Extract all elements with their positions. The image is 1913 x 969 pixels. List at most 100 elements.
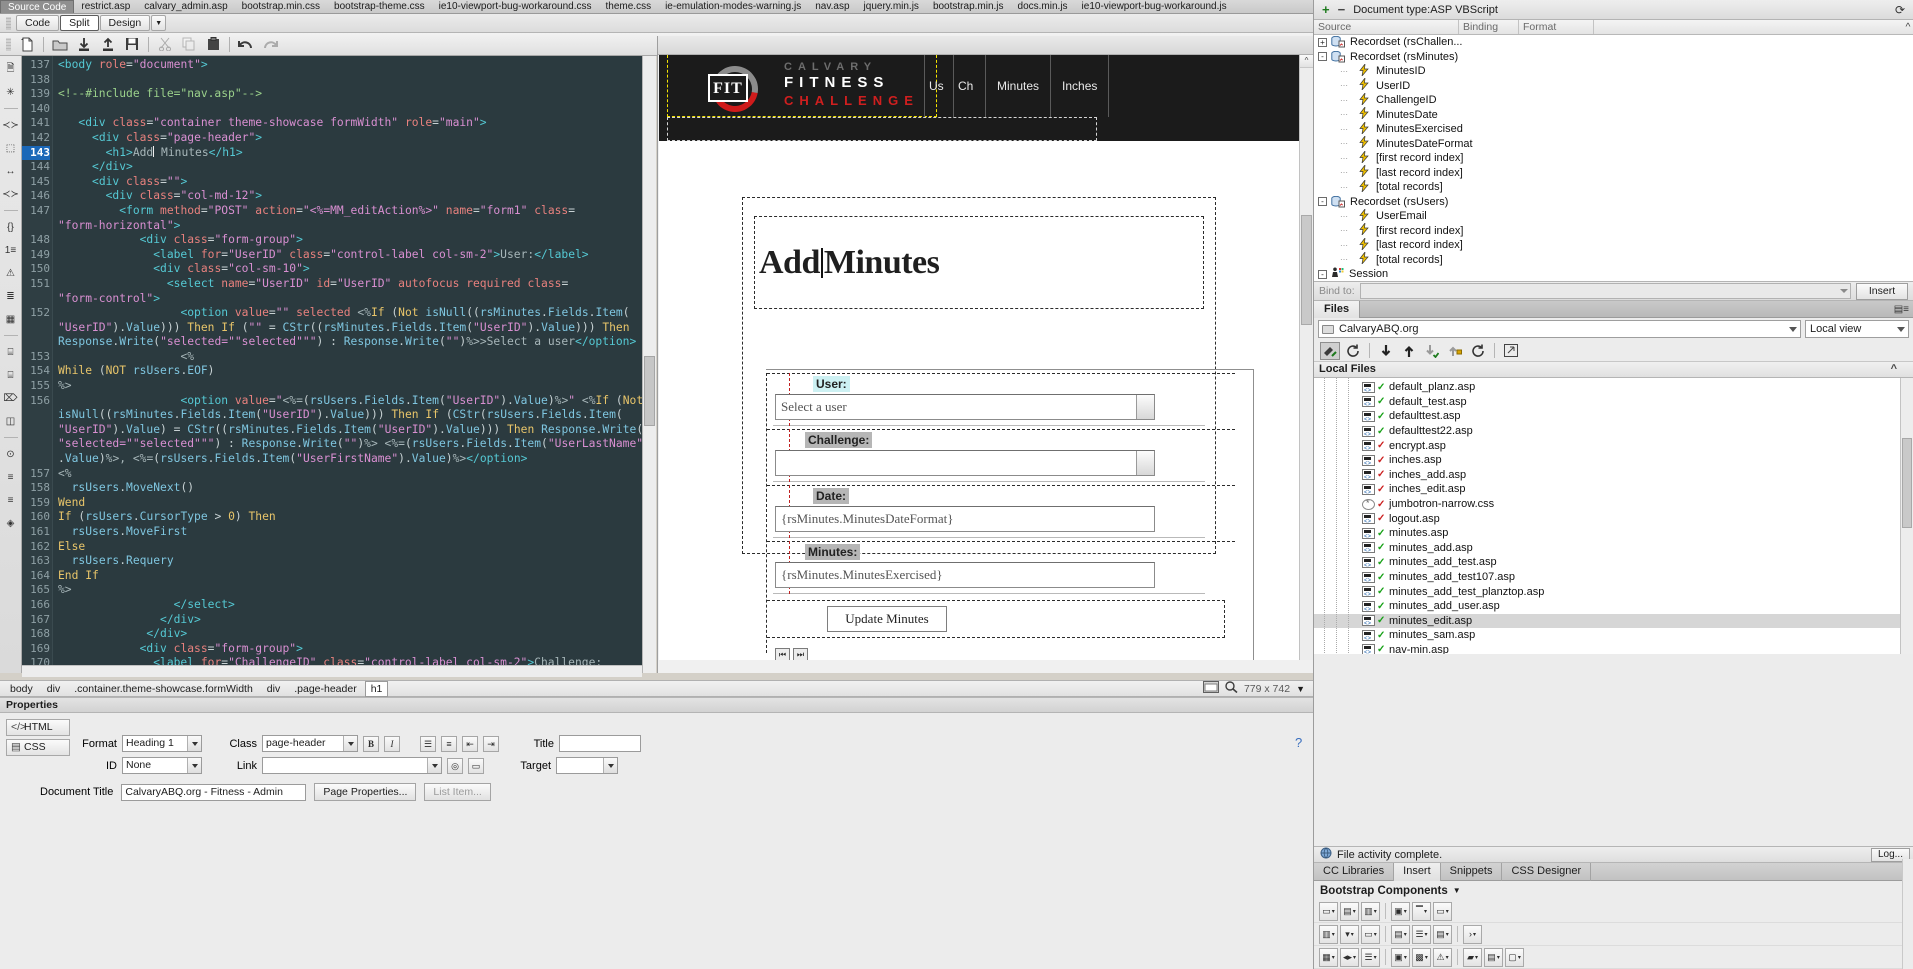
document-tab-9[interactable]: jquery.min.js xyxy=(857,0,926,13)
word-wrap-icon[interactable]: ≣ xyxy=(2,287,20,305)
nav-icon[interactable]: ☰ ▾ xyxy=(1412,924,1431,944)
document-tab-4[interactable]: bootstrap-theme.css xyxy=(327,0,432,13)
document-tab-0[interactable]: Source Code xyxy=(0,0,75,13)
navbar-icon[interactable]: ▤ ▾ xyxy=(1433,924,1452,944)
check-in-icon[interactable] xyxy=(1445,342,1465,360)
collapse-full-tag-icon[interactable]: ≺≻ xyxy=(2,116,20,134)
document-title-input[interactable]: CalvaryABQ.org - Fitness - Admin xyxy=(121,783,307,801)
binding-node-14[interactable]: ⋯ [last record index] xyxy=(1314,236,1913,253)
code-line-139[interactable]: 139 <!--#include file="nav.asp"--> xyxy=(22,87,656,102)
binding-node-15[interactable]: ⋯ [total records] xyxy=(1314,251,1913,268)
binding-node-4[interactable]: ⋯ ChallengeID xyxy=(1314,91,1913,108)
expand-icon[interactable]: + xyxy=(1318,37,1327,47)
move-to-top-icon[interactable]: ⊙ xyxy=(2,445,20,463)
expand-collapse-icon[interactable] xyxy=(1501,342,1521,360)
code-line-144[interactable]: 144 </div> xyxy=(22,160,656,175)
code-line-150[interactable]: 150 <div class="col-sm-10"> xyxy=(22,262,656,277)
page-header-icon[interactable]: ▔ ▾ xyxy=(1412,901,1431,921)
column-format[interactable]: Format xyxy=(1519,20,1594,34)
split-view-button[interactable]: Split xyxy=(60,15,99,31)
refresh-icon[interactable]: ⟳ xyxy=(1895,3,1905,17)
file-row[interactable]: ✓minutes_add_test.asp xyxy=(1314,555,1913,570)
recent-snippets-icon[interactable]: ◫ xyxy=(2,412,20,430)
file-row[interactable]: ✓minutes_add_test_planztop.asp xyxy=(1314,584,1913,599)
binding-node-10[interactable]: ⋯ [total records] xyxy=(1314,178,1913,195)
code-line-145[interactable]: 145 <div class=""> xyxy=(22,175,656,190)
file-row[interactable]: ✓default_planz.asp xyxy=(1314,380,1913,395)
thumbnail-icon[interactable]: ▩ ▾ xyxy=(1412,947,1432,967)
chevron-down-icon[interactable]: ▾ xyxy=(1353,908,1356,915)
code-line-138[interactable]: 138 xyxy=(22,73,656,88)
file-row[interactable]: ✓minutes_add_user.asp xyxy=(1314,599,1913,614)
link-select[interactable] xyxy=(262,757,442,774)
alert-icon[interactable]: ⚠ ▾ xyxy=(1433,947,1453,967)
new-document-icon[interactable] xyxy=(15,34,39,54)
plus-icon[interactable]: + xyxy=(1322,2,1330,17)
file-row[interactable]: ✓defaulttest.asp xyxy=(1314,409,1913,424)
synchronize-icon[interactable] xyxy=(1468,342,1488,360)
chevron-down-icon[interactable]: ▾ xyxy=(1404,954,1407,961)
well-icon[interactable]: ▢ ▾ xyxy=(1505,947,1525,967)
line-numbers-icon[interactable]: 1≡ xyxy=(2,241,20,259)
code-line-160[interactable]: 160 If (rsUsers.CursorType > 0) Then xyxy=(22,510,656,525)
view-mode-select[interactable]: Local view xyxy=(1805,320,1909,338)
expand-all-icon[interactable]: ↔ xyxy=(2,162,20,180)
title-input[interactable] xyxy=(559,735,641,752)
apply-comment-icon[interactable]: ⌸ xyxy=(2,343,20,361)
pagination-icon[interactable]: ▦ ▾ xyxy=(1319,947,1338,967)
put-files-icon[interactable] xyxy=(1399,342,1419,360)
code-line-168[interactable]: 168 </div> xyxy=(22,627,656,642)
code-line-157[interactable]: 157 <% xyxy=(22,467,656,482)
design-document[interactable]: FIT CALVARY FITNESS CHALLENGE Us Ch Minu… xyxy=(659,55,1299,660)
file-row[interactable]: ✓inches_edit.asp xyxy=(1314,482,1913,497)
tag-container[interactable]: .container.theme-showcase.formWidth xyxy=(68,681,259,697)
field-select-0[interactable]: Select a user xyxy=(775,394,1155,420)
button-group-icon[interactable]: ▥ ▾ xyxy=(1319,924,1338,944)
binding-node-11[interactable]: - Recordset (rsUsers) xyxy=(1314,195,1913,210)
breadcrumb-icon[interactable]: › ▾ xyxy=(1463,924,1482,944)
point-to-file-icon[interactable]: ▭ xyxy=(468,757,484,774)
tag-div-1[interactable]: div xyxy=(41,681,66,697)
toolbar-grip[interactable] xyxy=(6,16,11,30)
tab-insert[interactable]: Insert xyxy=(1394,862,1441,881)
check-out-icon[interactable] xyxy=(1422,342,1442,360)
chevron-down-icon[interactable]: ▾ xyxy=(1446,931,1449,938)
class-select[interactable]: page-header xyxy=(262,735,358,752)
code-line-169[interactable]: 169 <div class="form-group"> xyxy=(22,642,656,657)
media-object-icon[interactable]: ▤ ▾ xyxy=(1484,947,1504,967)
chevron-down-icon[interactable]: ▾ xyxy=(1351,931,1354,938)
file-row[interactable]: ✓defaulttest22.asp xyxy=(1314,424,1913,439)
italic-button[interactable]: I xyxy=(384,735,400,752)
chevron-down-icon[interactable]: ▾ xyxy=(1446,954,1449,961)
code-view-button[interactable]: Code xyxy=(16,15,60,31)
chevron-down-icon[interactable]: ▾ xyxy=(1497,954,1500,961)
browse-target-icon[interactable]: ◎ xyxy=(447,757,463,774)
id-select[interactable]: None xyxy=(122,757,202,774)
css-mode-button[interactable]: ▤ CSS xyxy=(6,739,70,756)
files-vertical-scrollbar[interactable] xyxy=(1900,378,1913,654)
binding-node-6[interactable]: ⋯ MinutesExercised xyxy=(1314,120,1913,137)
nav-item-minutes[interactable]: Minutes xyxy=(986,55,1052,117)
connect-icon[interactable] xyxy=(1320,341,1340,360)
scroll-up-icon-files[interactable]: ^ xyxy=(1891,362,1897,377)
select-arrow-box[interactable] xyxy=(1136,395,1154,419)
document-tab-10[interactable]: bootstrap.min.js xyxy=(926,0,1011,13)
collapse-icon[interactable]: - xyxy=(1318,52,1327,62)
chevron-down-icon[interactable]: ▾ xyxy=(1518,954,1521,961)
copy-icon[interactable] xyxy=(177,34,201,54)
input-group-icon[interactable]: ▤ ▾ xyxy=(1391,924,1410,944)
file-row[interactable]: ✓minutes_add.asp xyxy=(1314,541,1913,556)
redo-icon[interactable] xyxy=(258,34,282,54)
code-line-146[interactable]: 146 <div class="col-md-12"> xyxy=(22,189,656,204)
document-tab-7[interactable]: ie-emulation-modes-warning.js xyxy=(658,0,808,13)
binding-node-8[interactable]: ⋯ [first record index] xyxy=(1314,149,1913,166)
select-parent-tag-icon[interactable]: ≺≻ xyxy=(2,185,20,203)
progress-icon[interactable]: ▰ ▾ xyxy=(1463,947,1483,967)
document-tab-11[interactable]: docs.min.js xyxy=(1011,0,1075,13)
page-properties-button[interactable]: Page Properties... xyxy=(314,783,417,801)
insert-category-row[interactable]: Bootstrap Components ▼ xyxy=(1314,881,1913,900)
chevron-down-icon[interactable]: ▾ xyxy=(1332,931,1335,938)
code-line-159[interactable]: 159 Wend xyxy=(22,496,656,511)
chevron-down-icon[interactable]: ▼ xyxy=(1453,886,1461,895)
nav-item-inches[interactable]: Inches xyxy=(1051,55,1110,117)
